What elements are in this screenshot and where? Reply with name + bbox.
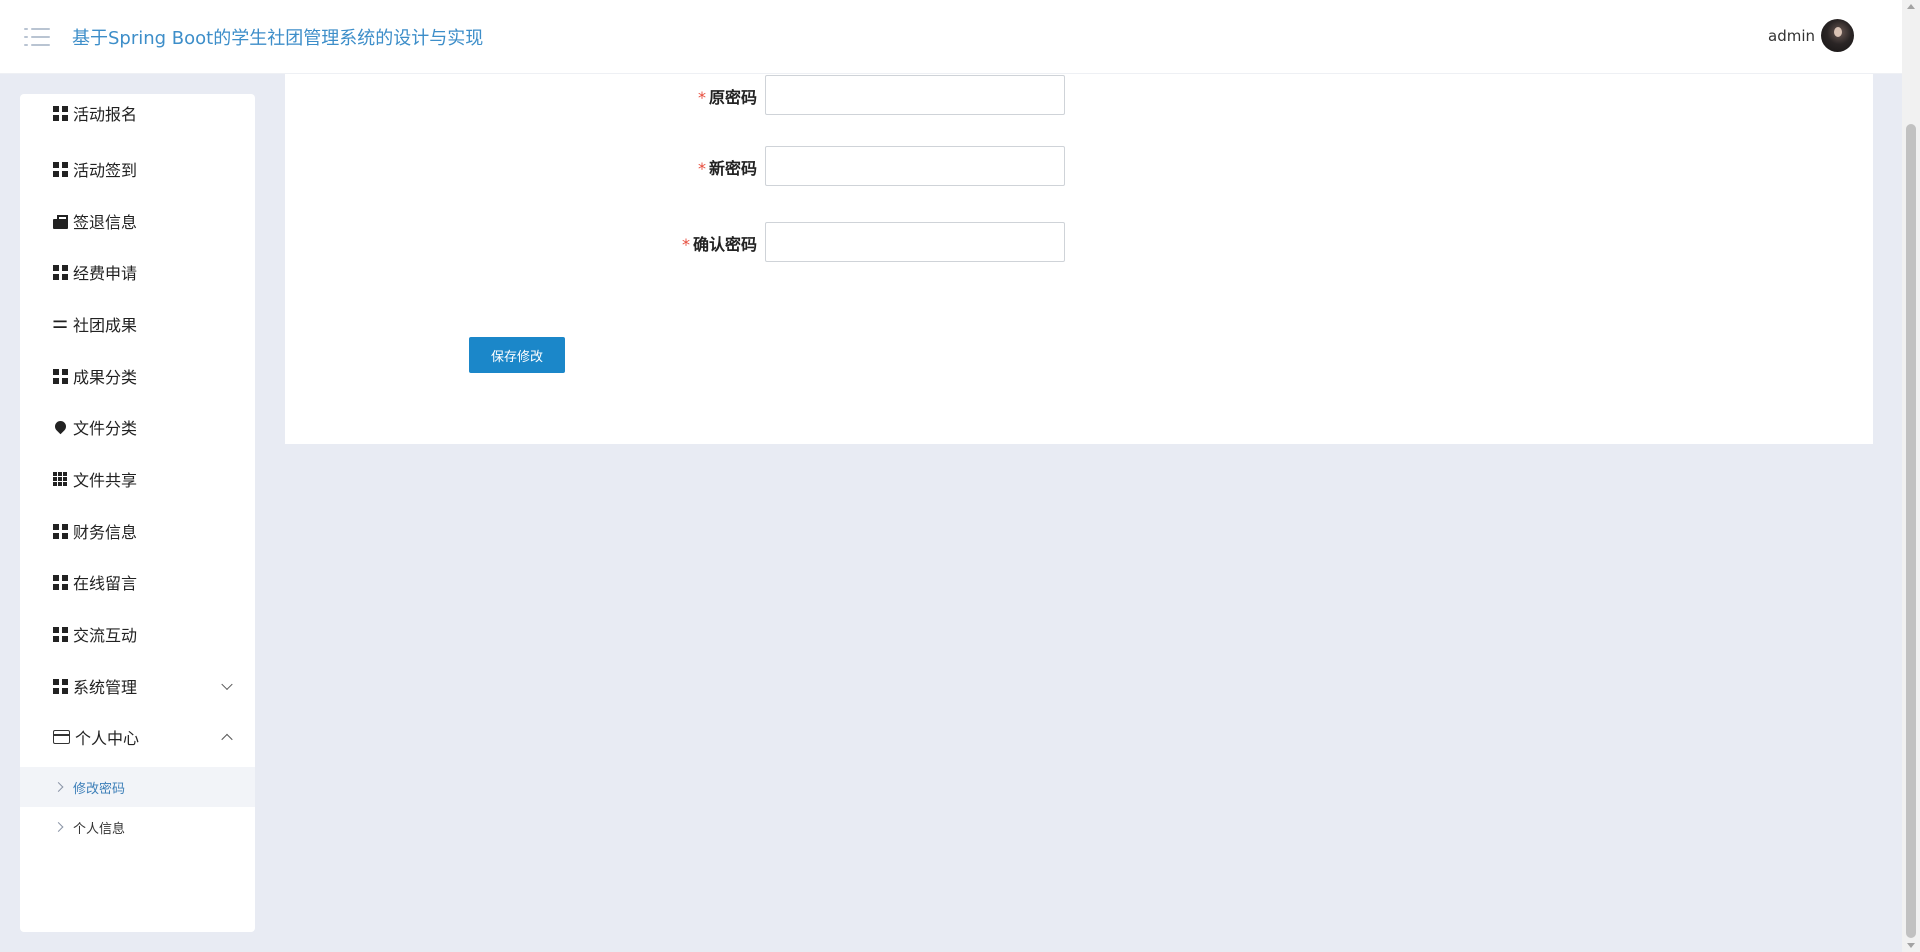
- new-password-label: * 新密码: [557, 155, 757, 179]
- grid-icon: [53, 105, 68, 121]
- sidebar-item-personal-center[interactable]: 个人中心: [20, 715, 255, 759]
- sidebar-item-label: 文件共享: [73, 471, 138, 490]
- avatar[interactable]: [1821, 19, 1854, 52]
- old-password-row: * 原密码: [285, 75, 1085, 115]
- sidebar-subitem-label: 个人信息: [73, 821, 126, 837]
- sidebar-item-system-management[interactable]: 系统管理: [20, 664, 255, 708]
- confirm-password-row: * 确认密码: [285, 222, 1085, 262]
- sidebar-item-label: 签退信息: [73, 213, 138, 232]
- grid-icon: [53, 368, 68, 384]
- user-name[interactable]: admin: [1768, 27, 1815, 45]
- required-mark: *: [697, 88, 706, 107]
- sidebar-item-label: 在线留言: [73, 574, 138, 593]
- sidebar-item-messages[interactable]: 在线留言: [20, 560, 255, 604]
- sidebar-item-activity-checkin[interactable]: 活动签到: [20, 147, 255, 191]
- grid-icon: [53, 523, 68, 539]
- sidebar-item-label: 活动报名: [73, 105, 138, 124]
- confirm-password-label: * 确认密码: [557, 231, 757, 255]
- chevron-down-icon: [221, 678, 233, 691]
- old-password-label-text: 原密码: [708, 88, 757, 107]
- sidebar-item-label: 成果分类: [73, 368, 138, 387]
- save-button[interactable]: 保存修改: [469, 337, 565, 373]
- chevron-up-icon: [221, 733, 233, 746]
- confirm-password-field[interactable]: [765, 222, 1065, 262]
- old-password-label: * 原密码: [557, 84, 757, 108]
- grid-nine-icon: [53, 471, 68, 487]
- scroll-thumb[interactable]: [1906, 124, 1916, 938]
- drop-icon: [53, 420, 68, 435]
- wallet-icon: [53, 730, 70, 744]
- confirm-password-label-text: 确认密码: [692, 235, 757, 254]
- sidebar-item-label: 财务信息: [73, 523, 138, 542]
- new-password-field[interactable]: [765, 146, 1065, 186]
- sliders-icon: [52, 312, 68, 333]
- top-header: 基于Spring Boot的学生社团管理系统的设计与实现 admin: [0, 0, 1902, 74]
- new-password-row: * 新密码: [285, 146, 1085, 186]
- sidebar: 活动报名 活动签到 签退信息 经费申请 社团成果 成果分类 文件分类 文件共享 …: [20, 94, 255, 932]
- sidebar-subitem-label: 修改密码: [73, 781, 126, 797]
- sidebar-item-achievement-category[interactable]: 成果分类: [20, 354, 255, 398]
- app-title: 基于Spring Boot的学生社团管理系统的设计与实现: [72, 28, 484, 49]
- chevron-right-icon: [53, 782, 64, 792]
- required-mark: *: [681, 235, 690, 254]
- sidebar-item-label: 系统管理: [73, 678, 138, 697]
- sidebar-item-finance[interactable]: 财务信息: [20, 509, 255, 553]
- sidebar-item-label: 经费申请: [73, 264, 138, 283]
- sidebar-item-label: 活动签到: [73, 161, 138, 180]
- grid-icon: [53, 264, 68, 280]
- list-menu-icon[interactable]: [24, 26, 50, 48]
- scroll-down-icon[interactable]: [1907, 943, 1915, 948]
- sidebar-item-club-achievements[interactable]: 社团成果: [20, 302, 255, 346]
- briefcase-icon: [53, 214, 68, 229]
- page-scrollbar[interactable]: [1902, 0, 1920, 952]
- sidebar-subitem-change-password[interactable]: 修改密码: [20, 767, 255, 807]
- chevron-right-icon: [53, 822, 64, 832]
- required-mark: *: [697, 159, 706, 178]
- sidebar-item-file-category[interactable]: 文件分类: [20, 405, 255, 449]
- sidebar-subitem-personal-info[interactable]: 个人信息: [20, 807, 255, 847]
- sidebar-item-label: 文件分类: [73, 419, 138, 438]
- grid-icon: [53, 678, 68, 694]
- change-password-card: * 原密码 * 新密码 * 确认密码 保存修改: [285, 74, 1873, 444]
- sidebar-item-interaction[interactable]: 交流互动: [20, 612, 255, 656]
- sidebar-item-label: 社团成果: [73, 316, 138, 335]
- sidebar-item-checkout-info[interactable]: 签退信息: [20, 199, 255, 243]
- sidebar-item-file-sharing[interactable]: 文件共享: [20, 457, 255, 501]
- sidebar-item-label: 交流互动: [73, 626, 138, 645]
- scroll-up-icon[interactable]: [1907, 4, 1915, 9]
- grid-icon: [53, 626, 68, 642]
- sidebar-item-activity-signup[interactable]: 活动报名: [20, 94, 255, 135]
- sidebar-item-label: 个人中心: [75, 729, 140, 748]
- grid-icon: [53, 161, 68, 177]
- sidebar-item-funding[interactable]: 经费申请: [20, 250, 255, 294]
- old-password-field[interactable]: [765, 75, 1065, 115]
- grid-icon: [53, 574, 68, 590]
- new-password-label-text: 新密码: [708, 159, 757, 178]
